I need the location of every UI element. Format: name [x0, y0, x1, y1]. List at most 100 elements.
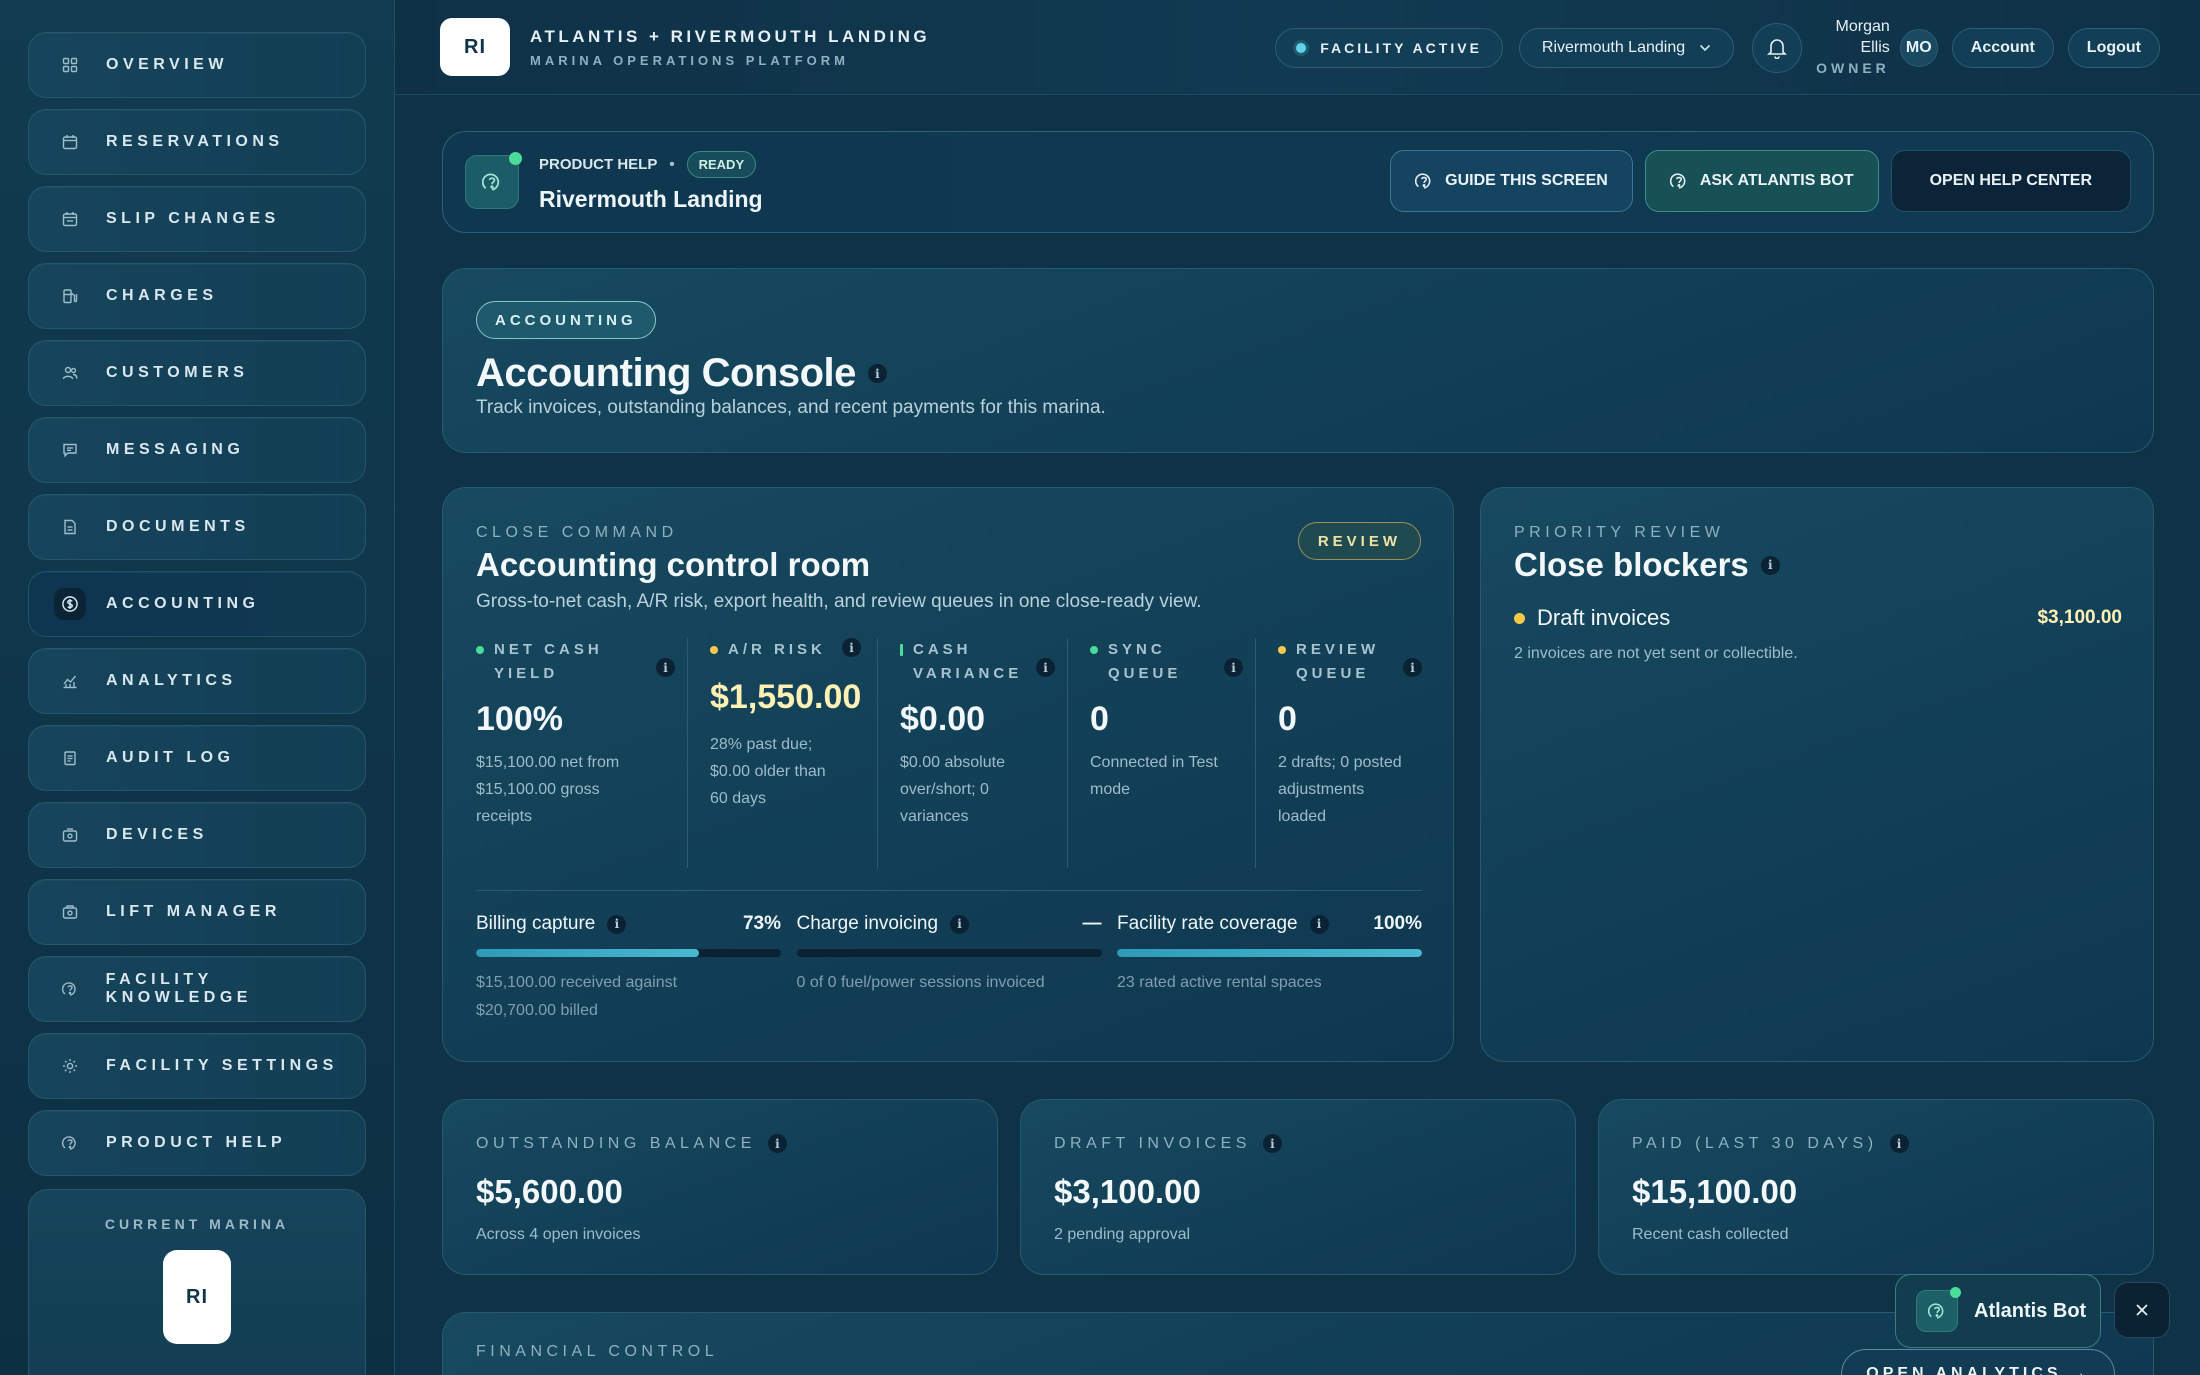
main-content: PRODUCT HELP • READY Rivermouth Landing … [395, 95, 2200, 1375]
status-dot-icon [710, 646, 718, 654]
metric-note-line: variances [900, 808, 969, 825]
grid-icon [54, 49, 86, 81]
help-title: Rivermouth Landing [539, 186, 763, 212]
progress-name: Facility rate coverage [1117, 913, 1298, 934]
account-button[interactable]: Account [1951, 27, 2054, 68]
metric-note-line: 60 days [710, 790, 767, 807]
sidebar-item-devices[interactable]: DEVICES [28, 802, 366, 868]
info-icon[interactable]: i [1262, 1134, 1282, 1153]
close-bot-button[interactable] [2114, 1282, 2170, 1338]
avatar[interactable]: MO [1899, 28, 1938, 67]
status-dot-icon [476, 646, 484, 654]
chat-icon [54, 434, 86, 466]
help-text: PRODUCT HELP • READY Rivermouth Landing [539, 151, 763, 213]
progress-note-line: $20,700.00 billed [476, 1002, 598, 1019]
sidebar-item-messaging[interactable]: MESSAGING [28, 417, 366, 483]
sidebar-item-reservations[interactable]: RESERVATIONS [28, 109, 366, 175]
sidebar-item-overview[interactable]: OVERVIEW [28, 32, 366, 98]
metric-note: 2 drafts; 0 posted adjustments loaded [1278, 749, 1408, 830]
metric-cash-variance: CASH VARIANCE i $0.00 $0.00 absolute over/… [878, 638, 1068, 868]
info-icon[interactable]: i [1760, 555, 1780, 575]
sidebar-item-lift-manager[interactable]: LIFT MANAGER [28, 879, 366, 945]
sidebar-item-audit-log[interactable]: AUDIT LOG [28, 725, 366, 791]
bell-icon [1767, 38, 1788, 59]
guide-this-screen-button[interactable]: GUIDE THIS SCREEN [1390, 150, 1633, 212]
header-actions: FACILITY ACTIVE Rivermouth Landing Morga… [1275, 0, 2160, 95]
close-command-eyebrow: CLOSE COMMAND [476, 524, 678, 541]
divider [476, 890, 1422, 891]
info-icon[interactable]: i [1224, 658, 1243, 677]
blockers-eyebrow: PRIORITY REVIEW [1514, 524, 1725, 541]
sidebar-item-accounting[interactable]: ACCOUNTING [28, 571, 366, 637]
progress-note: 0 of 0 fuel/power sessions invoiced [797, 969, 1102, 997]
info-icon[interactable]: i [867, 364, 887, 383]
ask-bot-label: ASK ATLANTIS BOT [1699, 172, 1854, 189]
close-icon [2136, 1304, 2148, 1316]
atlantis-bot-launcher[interactable]: Atlantis Bot [1895, 1274, 2101, 1348]
sidebar-item-label: LIFT MANAGER [106, 903, 281, 920]
metric-net-cash-yield: NET CASH YIELD i 100% $15,100.00 net from… [476, 638, 688, 868]
status-dot-icon [900, 644, 903, 656]
open-help-center-button[interactable]: OPEN HELP CENTER [1890, 150, 2131, 212]
status-dot-icon [1296, 42, 1307, 53]
close-command-subtitle: Gross-to-net cash, A/R risk, export heal… [476, 591, 1202, 612]
info-icon[interactable]: i [1889, 1134, 1909, 1153]
info-icon[interactable]: i [1036, 658, 1055, 677]
sidebar-item-customers[interactable]: CUSTOMERS [28, 340, 366, 406]
progress-charge-invoicing: Charge invoicing i — 0 of 0 fuel/power se… [796, 913, 1102, 1025]
info-icon[interactable]: i [950, 914, 970, 934]
help-circle-icon [1415, 173, 1431, 189]
open-analytics-button[interactable]: OPEN ANALYTICS → [1841, 1349, 2115, 1375]
metric-note-line: 2 drafts; 0 posted [1278, 754, 1402, 771]
info-icon[interactable]: i [656, 658, 675, 677]
sidebar-item-product-help[interactable]: PRODUCT HELP [28, 1110, 366, 1176]
info-icon[interactable]: i [607, 914, 627, 934]
progress-note-line: 0 of 0 fuel/power sessions invoiced [796, 974, 1045, 991]
sidebar-item-slip-changes[interactable]: SLIP CHANGES [28, 186, 366, 252]
sidebar-item-label: FACILITY SETTINGS [106, 1057, 338, 1074]
close-command-title: Accounting control room [476, 546, 871, 583]
live-dot-icon [1950, 1287, 1961, 1298]
metric-label: A/R RISK i [710, 638, 863, 662]
stat-note: 2 pending approval [1054, 1226, 1191, 1243]
current-marina-logo[interactable]: RI [163, 1250, 231, 1344]
metric-review-queue: REVIEW QUEUE i 0 2 drafts; 0 posted adjust… [1256, 638, 1422, 868]
progress-note-line: 23 rated active rental spaces [1117, 974, 1322, 991]
sidebar-item-documents[interactable]: DOCUMENTS [28, 494, 366, 560]
stat-outstanding-balance: OUTSTANDING BALANCE i $5,600.00 Across 4 … [442, 1099, 998, 1275]
calendar-swap-icon [54, 203, 86, 235]
metric-label: CASH VARIANCE i [900, 638, 1055, 686]
sidebar-item-label: CUSTOMERS [106, 364, 249, 381]
sidebar-item-analytics[interactable]: ANALYTICS [28, 648, 366, 714]
metric-note-line: receipts [476, 808, 533, 825]
info-icon[interactable]: i [1309, 914, 1329, 934]
users-icon [54, 357, 86, 389]
notifications-button[interactable] [1752, 22, 1803, 73]
sidebar-item-label: AUDIT LOG [106, 749, 235, 766]
metric-note-line: Connected in Test [1090, 754, 1218, 771]
sidebar-item-facility-settings[interactable]: FACILITY SETTINGS [28, 1033, 366, 1099]
lift-icon [54, 896, 86, 928]
info-icon[interactable]: i [1403, 658, 1422, 677]
marina-select[interactable]: Rivermouth Landing [1518, 27, 1735, 68]
info-icon[interactable]: i [767, 1134, 787, 1153]
sidebar-item-charges[interactable]: CHARGES [28, 263, 366, 329]
current-marina-card: CURRENT MARINA RI [28, 1189, 366, 1375]
calendar-icon [54, 126, 86, 158]
progress-billing-capture: Billing capture i 73% $15,100.00 received… [476, 913, 781, 1025]
guide-label: GUIDE THIS SCREEN [1445, 172, 1608, 189]
close-blockers-card: PRIORITY REVIEW Close blockers i Draft i… [1480, 487, 2154, 1062]
metric-note-line: $15,100.00 gross [476, 781, 600, 798]
stat-label-text: DRAFT INVOICES [1054, 1134, 1251, 1152]
blocker-item[interactable]: Draft invoices $3,100.00 2 invoices are … [1514, 605, 2122, 663]
metric-label-line: VARIANCE [913, 665, 1023, 682]
fuel-pump-icon [54, 280, 86, 312]
progress-track [1117, 949, 1422, 957]
help-circle-icon [465, 152, 522, 209]
ask-atlantis-bot-button[interactable]: ASK ATLANTIS BOT [1644, 150, 1879, 212]
brand-logo[interactable]: RI [440, 18, 510, 76]
info-icon[interactable]: i [842, 638, 861, 657]
sidebar-item-facility-knowledge[interactable]: FACILITY KNOWLEDGE [28, 956, 366, 1022]
progress-fill [476, 949, 699, 957]
logout-button[interactable]: Logout [2067, 27, 2160, 68]
